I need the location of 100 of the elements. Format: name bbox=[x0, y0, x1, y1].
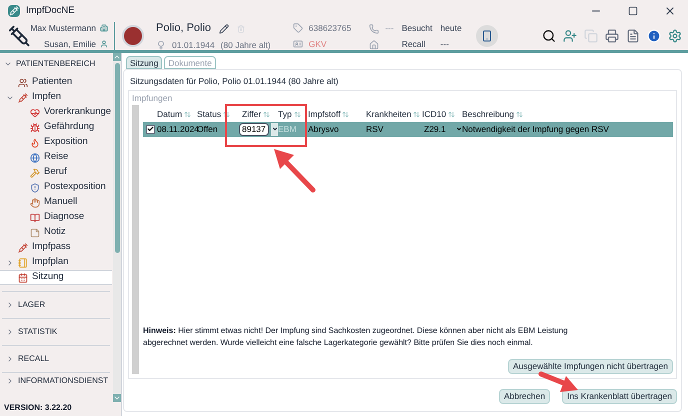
nav-item[interactable]: Patienten bbox=[0, 75, 112, 90]
booklet-icon bbox=[18, 258, 28, 268]
globe-icon bbox=[30, 152, 40, 162]
visited-value: heute bbox=[440, 22, 462, 34]
dropdown-button[interactable] bbox=[271, 122, 278, 136]
section-header[interactable]: LAGER bbox=[2, 292, 110, 318]
table-cell: Offen bbox=[197, 122, 218, 136]
column-header[interactable]: Krankheiten bbox=[366, 108, 412, 121]
exclude-button[interactable]: Ausgewählte Impfungen nicht übertragen bbox=[508, 358, 673, 374]
visited-label: Besucht bbox=[402, 22, 432, 34]
sort-icon[interactable] bbox=[263, 111, 270, 118]
caret-icon[interactable] bbox=[456, 126, 462, 132]
column-header[interactable]: ICD10 bbox=[422, 108, 446, 121]
note-icon bbox=[30, 228, 40, 238]
nav-item[interactable]: Reise bbox=[0, 150, 112, 165]
sort-icon[interactable] bbox=[516, 111, 523, 118]
column-header[interactable]: Typ bbox=[278, 108, 292, 121]
staff-name: Susan, Emilie bbox=[44, 38, 96, 50]
nav-item[interactable]: Vorerkrankunge bbox=[0, 105, 112, 120]
tab[interactable]: Sitzung bbox=[126, 56, 162, 69]
section-header[interactable]: PATIENTENBEREICH bbox=[0, 53, 112, 75]
flame-icon bbox=[30, 138, 40, 148]
column-header[interactable]: Beschreibung bbox=[462, 108, 514, 121]
caret-icon bbox=[272, 126, 278, 132]
printer-icon[interactable] bbox=[605, 29, 619, 43]
search-icon[interactable] bbox=[542, 29, 556, 43]
sort-icon[interactable] bbox=[223, 111, 230, 118]
section-header[interactable]: RECALL bbox=[2, 346, 110, 372]
cancel-button[interactable]: Abbrechen bbox=[498, 388, 550, 404]
nav-item[interactable]: Notiz bbox=[0, 225, 112, 240]
checkbox[interactable] bbox=[146, 124, 154, 134]
column-header[interactable]: Status bbox=[197, 108, 222, 121]
table-cell: RSV bbox=[366, 122, 384, 136]
sort-icon[interactable] bbox=[342, 111, 350, 118]
chevron-down-icon bbox=[4, 60, 12, 68]
info-icon[interactable] bbox=[647, 29, 661, 43]
app-logo-icon bbox=[8, 5, 20, 17]
column-header[interactable]: Ziffer bbox=[242, 108, 262, 121]
sort-icon[interactable] bbox=[413, 111, 420, 118]
mobile-button[interactable] bbox=[476, 25, 498, 47]
person-icon bbox=[100, 40, 108, 48]
chevron-right-icon bbox=[6, 301, 14, 309]
window-title: ImpfDocNE bbox=[26, 4, 75, 18]
section-header[interactable]: STATISTIK bbox=[2, 319, 110, 345]
edit-icon[interactable] bbox=[219, 24, 230, 34]
scrollbar[interactable] bbox=[113, 53, 121, 402]
sort-icon[interactable] bbox=[448, 111, 456, 118]
phone-icon bbox=[369, 24, 380, 34]
avatar bbox=[122, 25, 144, 47]
sort-icon[interactable] bbox=[294, 111, 301, 118]
add-user-icon[interactable] bbox=[563, 29, 577, 43]
column-header[interactable]: Datum bbox=[157, 108, 182, 121]
phone-device-icon bbox=[480, 30, 493, 42]
chevron-right-icon[interactable] bbox=[6, 258, 14, 266]
book-icon bbox=[30, 212, 40, 222]
patient-name: Polio, Polio bbox=[156, 21, 212, 36]
column-header[interactable]: Impfstoff bbox=[308, 108, 340, 121]
nav-item[interactable]: Exposition bbox=[0, 135, 112, 150]
code-input[interactable]: 89137 bbox=[239, 122, 269, 136]
age-text: (80 Jahre alt) bbox=[220, 38, 271, 52]
birth-date: 01.01.1944 bbox=[172, 38, 215, 52]
table-row[interactable]: 08.11.2024Offen 89137 EBM Abrysvo RSV Z29.1 Notwendigkeit der Impfung gegen RSV bbox=[143, 122, 673, 136]
tag-icon bbox=[292, 23, 303, 34]
nav-item[interactable]: Impfen bbox=[0, 90, 112, 105]
nav-item[interactable]: Impfplan bbox=[0, 255, 112, 270]
table-cell: Abrysvo bbox=[308, 122, 339, 136]
close-icon[interactable] bbox=[664, 5, 676, 17]
scroll-down-icon[interactable] bbox=[113, 394, 121, 402]
nav-item[interactable]: Sitzung bbox=[0, 270, 112, 285]
nav-item[interactable]: Diagnose bbox=[0, 210, 112, 225]
table-cell: EBM bbox=[278, 122, 296, 136]
section-header[interactable]: INFORMATIONSDIENST bbox=[2, 373, 110, 389]
nav-item[interactable]: Postexposition bbox=[0, 180, 112, 195]
shield-icon bbox=[30, 182, 40, 192]
transfer-button[interactable]: Ins Krankenblatt übertragen bbox=[562, 388, 677, 404]
nav-item[interactable]: Impfpass bbox=[0, 240, 112, 255]
group-title: Impfungen bbox=[132, 92, 174, 104]
syringe-icon bbox=[18, 242, 28, 252]
maximize-icon[interactable] bbox=[628, 6, 638, 16]
table-cell: Z29.1 bbox=[424, 122, 446, 136]
annotation-arrow bbox=[272, 147, 316, 193]
phone-number: --- bbox=[385, 22, 394, 35]
nav-item[interactable]: Beruf bbox=[0, 165, 112, 180]
check-icon bbox=[146, 125, 154, 133]
insurance-number: 638623765 bbox=[308, 22, 352, 34]
sort-icon[interactable] bbox=[184, 111, 192, 118]
nav-item[interactable]: Manuell bbox=[0, 195, 112, 210]
card-icon bbox=[292, 38, 303, 49]
recall-label: Recall bbox=[402, 38, 426, 50]
user-name: Max Mustermann bbox=[30, 22, 96, 34]
settings-icon[interactable] bbox=[668, 29, 682, 43]
document-icon[interactable] bbox=[626, 29, 640, 43]
syringe-logo-icon bbox=[7, 24, 32, 48]
home-icon bbox=[369, 40, 380, 50]
calendar-icon bbox=[18, 272, 28, 282]
female-icon bbox=[156, 40, 166, 50]
virus-icon bbox=[30, 122, 40, 132]
scroll-up-icon[interactable] bbox=[113, 53, 121, 61]
people-icon bbox=[18, 78, 28, 88]
nav-item[interactable]: Gefährdung bbox=[0, 120, 112, 135]
